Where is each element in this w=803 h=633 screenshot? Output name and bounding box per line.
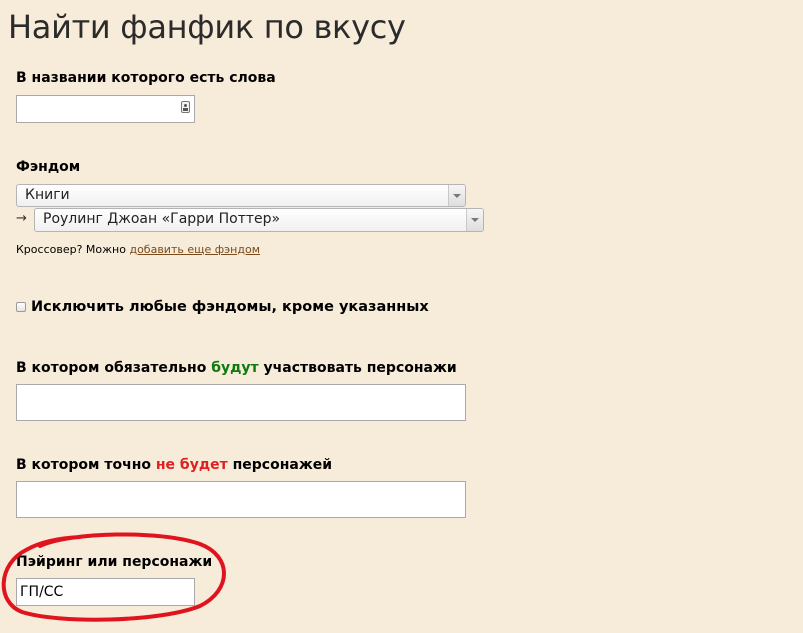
characters-included-label-start: В котором обязательно [16,360,212,376]
page-title: Найти фанфик по вкусу [8,8,406,46]
characters-excluded-highlight: не будет [155,457,228,473]
crossover-hint-text: Кроссовер? Можно [16,243,130,256]
characters-included-input[interactable] [16,384,466,421]
characters-included-label: В котором обязательно будут участвовать … [16,360,457,376]
fandom-category-value: Книги [25,187,70,203]
pairing-input[interactable] [16,578,195,606]
right-arrow-icon: → [16,211,27,226]
pairing-label: Пэйринг или персонажи [16,554,213,570]
characters-excluded-input[interactable] [16,481,466,518]
characters-excluded-label: В котором точно не будет персонажей [16,457,332,473]
fandom-label: Фэндом [16,159,81,175]
fandom-select[interactable]: Роулинг Джоан «Гарри Поттер» [34,208,484,232]
chevron-down-icon [448,185,465,206]
key-icon[interactable] [181,101,190,113]
characters-excluded-label-end: персонажей [227,457,333,473]
characters-included-highlight: будут [211,360,259,376]
annotation-ellipse [1,532,226,622]
characters-included-label-end: участвовать персонажи [258,360,457,376]
crossover-hint: Кроссовер? Можно добавить еще фэндом [16,243,260,256]
title-words-label: В названии которого есть слова [16,70,276,86]
title-words-input[interactable] [16,95,195,123]
chevron-down-icon [466,209,483,231]
add-fandom-link[interactable]: добавить еще фэндом [129,243,260,256]
exclude-other-checkbox[interactable] [16,302,26,312]
fandom-value: Роулинг Джоан «Гарри Поттер» [43,211,281,227]
characters-excluded-label-start: В котором точно [16,457,156,473]
fandom-category-select[interactable]: Книги [16,184,466,207]
exclude-other-label[interactable]: Исключить любые фэндомы, кроме указанных [31,299,429,315]
title-words-field-wrap [16,95,195,123]
